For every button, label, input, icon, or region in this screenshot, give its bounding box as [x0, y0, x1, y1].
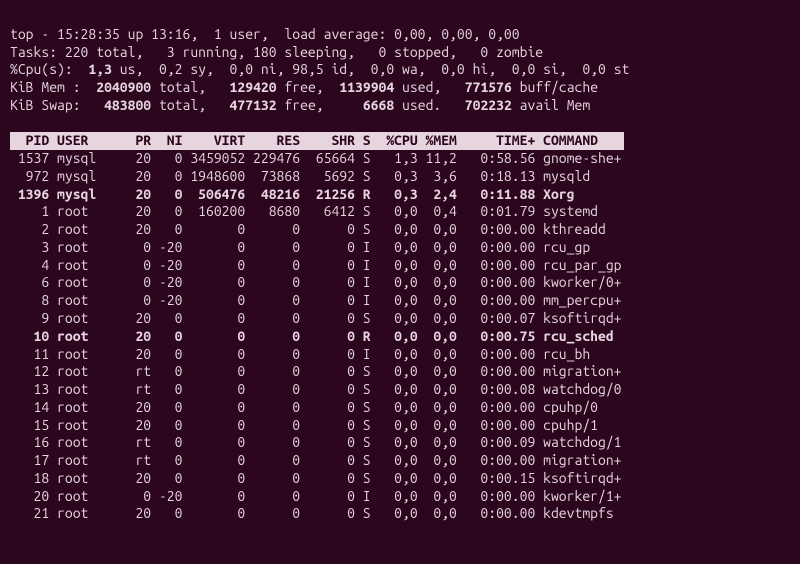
- process-row[interactable]: 2 root 20 0 0 0 0 S 0,0 0,0 0:00.00 kthr…: [10, 221, 606, 237]
- process-row[interactable]: 3 root 0 -20 0 0 0 I 0,0 0,0 0:00.00 rcu…: [10, 239, 590, 255]
- process-row[interactable]: 11 root 20 0 0 0 0 I 0,0 0,0 0:00.00 rcu…: [10, 346, 590, 362]
- process-row[interactable]: 17 root rt 0 0 0 0 S 0,0 0,0 0:00.00 mig…: [10, 452, 622, 468]
- process-row[interactable]: 13 root rt 0 0 0 0 S 0,0 0,0 0:00.08 wat…: [10, 381, 622, 397]
- process-row[interactable]: 9 root 20 0 0 0 0 S 0,0 0,0 0:00.07 ksof…: [10, 310, 622, 326]
- process-row[interactable]: 21 root 20 0 0 0 0 S 0,0 0,0 0:00.00 kde…: [10, 505, 614, 521]
- process-row[interactable]: 4 root 0 -20 0 0 0 I 0,0 0,0 0:00.00 rcu…: [10, 257, 622, 273]
- process-row[interactable]: 12 root rt 0 0 0 0 S 0,0 0,0 0:00.00 mig…: [10, 363, 622, 379]
- process-row[interactable]: 15 root 20 0 0 0 0 S 0,0 0,0 0:00.00 cpu…: [10, 417, 598, 433]
- process-row[interactable]: 14 root 20 0 0 0 0 S 0,0 0,0 0:00.00 cpu…: [10, 399, 598, 415]
- process-row[interactable]: 1396 mysql 20 0 506476 48216 21256 R 0,3…: [10, 186, 574, 202]
- terminal-screen[interactable]: top - 15:28:35 up 13:16, 1 user, load av…: [0, 0, 800, 531]
- process-row[interactable]: 972 mysql 20 0 1948600 73868 5692 S 0,3 …: [10, 168, 590, 184]
- summary-line-cpu: %Cpu(s): 1,3 us, 0,2 sy, 0,0 ni, 98,5 id…: [10, 61, 629, 77]
- process-row[interactable]: 8 root 0 -20 0 0 0 I 0,0 0,0 0:00.00 mm_…: [10, 292, 622, 308]
- process-row[interactable]: 20 root 0 -20 0 0 0 I 0,0 0,0 0:00.00 kw…: [10, 488, 622, 504]
- process-row[interactable]: 1 root 20 0 160200 8680 6412 S 0,0 0,4 0…: [10, 203, 598, 219]
- summary-line-swap: KiB Swap: 483800 total, 477132 free, 666…: [10, 97, 590, 113]
- process-row[interactable]: 16 root rt 0 0 0 0 S 0,0 0,0 0:00.09 wat…: [10, 434, 622, 450]
- process-row[interactable]: 1537 mysql 20 0 3459052 229476 65664 S 1…: [10, 150, 622, 166]
- summary-line-top: top - 15:28:35 up 13:16, 1 user, load av…: [10, 26, 520, 42]
- process-table-body: 1537 mysql 20 0 3459052 229476 65664 S 1…: [10, 150, 790, 523]
- process-table-header[interactable]: PID USER PR NI VIRT RES SHR S %CPU %MEM …: [10, 132, 624, 150]
- process-row[interactable]: 18 root 20 0 0 0 0 S 0,0 0,0 0:00.15 kso…: [10, 470, 622, 486]
- process-row[interactable]: 10 root 20 0 0 0 0 R 0,0 0,0 0:00.75 rcu…: [10, 328, 614, 344]
- process-row[interactable]: 6 root 0 -20 0 0 0 I 0,0 0,0 0:00.00 kwo…: [10, 274, 622, 290]
- summary-line-mem: KiB Mem : 2040900 total, 129420 free, 11…: [10, 79, 598, 95]
- summary-line-tasks: Tasks: 220 total, 3 running, 180 sleepin…: [10, 44, 543, 60]
